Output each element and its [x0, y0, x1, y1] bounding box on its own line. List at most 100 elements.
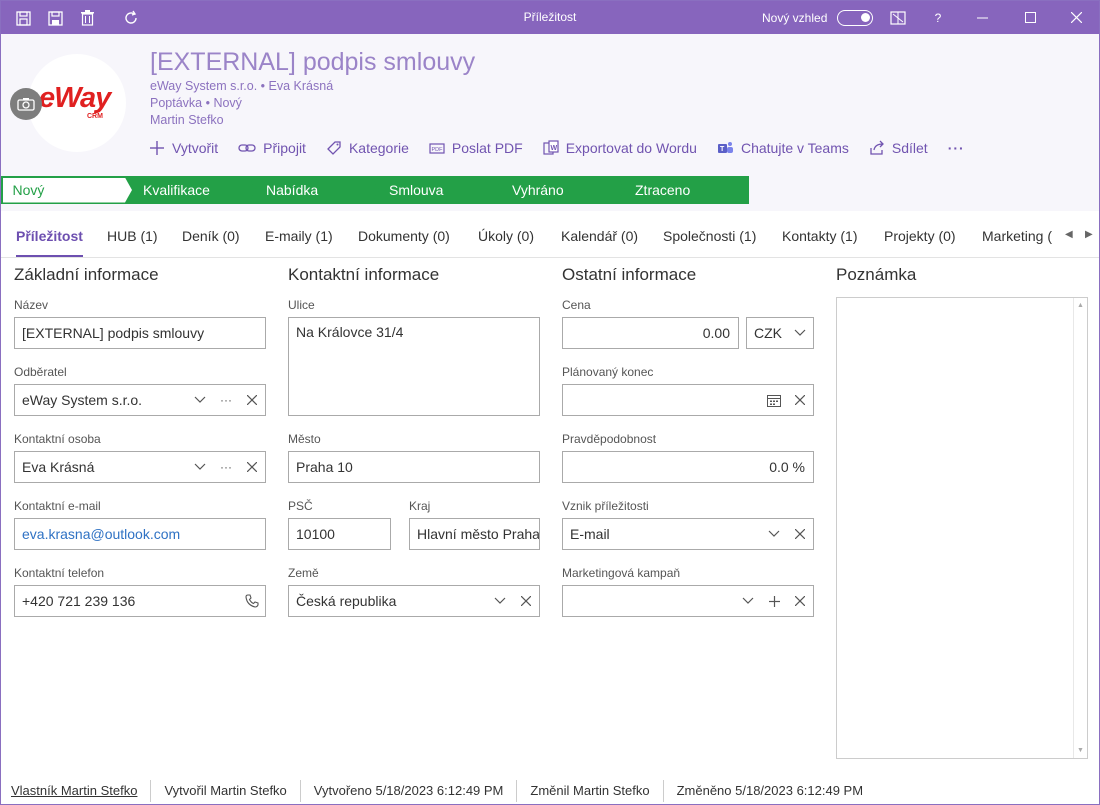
tab-journal[interactable]: Deník (0)	[182, 228, 240, 244]
category-button[interactable]: Kategorie	[326, 140, 409, 156]
svg-text:W: W	[550, 145, 557, 152]
new-look-toggle[interactable]	[837, 9, 874, 26]
more-icon[interactable]: ···	[213, 385, 239, 415]
planned-end-field[interactable]	[562, 384, 814, 416]
share-button[interactable]: Sdílet	[869, 140, 928, 156]
chevron-down-icon[interactable]	[487, 597, 513, 605]
tab-tasks[interactable]: Úkoly (0)	[478, 228, 534, 244]
customer-label: Odběratel	[14, 365, 67, 379]
minimize-button[interactable]	[959, 1, 1005, 34]
street-label: Ulice	[288, 298, 315, 312]
maximize-button[interactable]	[1007, 1, 1053, 34]
clear-icon[interactable]	[787, 395, 813, 405]
footer-created-by: Vytvořil Martin Stefko	[150, 780, 299, 802]
title-bar: Příležitost Nový vzhled ?	[1, 1, 1099, 34]
city-field[interactable]: Praha 10	[288, 451, 540, 483]
email-link[interactable]: eva.krasna@outlook.com	[22, 526, 180, 542]
svg-text:PDF: PDF	[431, 147, 443, 153]
contact-email-field[interactable]: eva.krasna@outlook.com	[14, 518, 266, 550]
stage-contract[interactable]: Smlouva	[371, 176, 503, 204]
contact-person-label: Kontaktní osoba	[14, 432, 101, 446]
attach-button[interactable]: Připojit	[238, 140, 306, 156]
footer-created-at: Vytvořeno 5/18/2023 6:12:49 PM	[299, 780, 517, 802]
tab-scroll-right-icon[interactable]: ▶	[1085, 229, 1093, 240]
contact-email-label: Kontaktní e-mail	[14, 499, 101, 513]
note-scrollbar[interactable]: ▲ ▼	[1073, 298, 1087, 758]
tab-scroll-left-icon[interactable]: ◀	[1065, 229, 1073, 240]
chevron-down-icon[interactable]	[187, 463, 213, 471]
region-field[interactable]: Hlavní město Praha	[409, 518, 540, 550]
chevron-down-icon[interactable]	[187, 396, 213, 404]
zip-label: PSČ	[288, 499, 313, 513]
header-company-contact[interactable]: eWay System s.r.o. • Eva Krásná	[150, 79, 333, 93]
stage-lost[interactable]: Ztraceno	[617, 176, 749, 204]
teams-chat-button[interactable]: T Chatujte v Teams	[717, 140, 849, 156]
send-pdf-button[interactable]: PDF Poslat PDF	[429, 140, 523, 156]
create-button[interactable]: Vytvořit	[149, 140, 218, 156]
probability-field[interactable]: 0.0 %	[562, 451, 814, 483]
logo-sub: CRM	[87, 113, 103, 120]
city-label: Město	[288, 432, 321, 446]
clear-icon[interactable]	[513, 596, 539, 606]
export-word-button[interactable]: W Exportovat do Wordu	[543, 140, 697, 156]
chevron-down-icon[interactable]	[761, 530, 787, 538]
header-owner[interactable]: Martin Stefko	[150, 113, 224, 127]
stage-won[interactable]: Vyhráno	[494, 176, 626, 204]
section-basic-info: Základní informace	[14, 265, 159, 284]
name-field[interactable]: [EXTERNAL] podpis smlouvy	[14, 317, 266, 349]
tab-documents[interactable]: Dokumenty (0)	[358, 228, 450, 244]
more-icon[interactable]: ···	[213, 452, 239, 482]
currency-select[interactable]: CZK	[746, 317, 814, 349]
scroll-down-icon[interactable]: ▼	[1077, 747, 1084, 754]
stage-offer[interactable]: Nabídka	[248, 176, 380, 204]
contact-phone-field[interactable]: +420 721 239 136	[14, 585, 266, 617]
clear-icon[interactable]	[239, 395, 265, 405]
clear-icon[interactable]	[239, 462, 265, 472]
origin-field[interactable]: E-mail	[562, 518, 814, 550]
tab-opportunity[interactable]: Příležitost	[16, 228, 83, 257]
chevron-down-icon[interactable]	[787, 329, 813, 337]
campaign-label: Marketingová kampaň	[562, 566, 681, 580]
save-icon[interactable]	[45, 8, 65, 28]
word-icon: W	[543, 140, 559, 155]
tab-marketing[interactable]: Marketing (	[982, 228, 1054, 244]
calendar-icon[interactable]	[761, 394, 787, 407]
plus-icon	[150, 141, 164, 155]
layout-icon[interactable]	[888, 8, 908, 28]
tab-calendar[interactable]: Kalendář (0)	[561, 228, 638, 244]
scroll-up-icon[interactable]: ▲	[1077, 302, 1084, 309]
zip-field[interactable]: 10100	[288, 518, 391, 550]
tab-emails[interactable]: E-maily (1)	[265, 228, 333, 244]
campaign-field[interactable]	[562, 585, 814, 617]
contact-person-field[interactable]: Eva Krásná ···	[14, 451, 266, 483]
svg-text:T: T	[720, 146, 725, 153]
save-close-icon[interactable]	[13, 8, 33, 28]
country-label: Země	[288, 566, 319, 580]
tab-hub[interactable]: HUB (1)	[107, 228, 158, 244]
tab-companies[interactable]: Společnosti (1)	[663, 228, 756, 244]
stage-qualification[interactable]: Kvalifikace	[125, 176, 257, 204]
chevron-down-icon[interactable]	[735, 597, 761, 605]
clear-icon[interactable]	[787, 529, 813, 539]
help-icon[interactable]: ?	[928, 8, 948, 28]
country-field[interactable]: Česká republika	[288, 585, 540, 617]
add-icon[interactable]	[761, 595, 787, 607]
clear-icon[interactable]	[787, 596, 813, 606]
note-textarea[interactable]: ▲ ▼	[836, 297, 1088, 759]
tab-contacts[interactable]: Kontakty (1)	[782, 228, 857, 244]
more-icon[interactable]: ···	[948, 140, 965, 156]
footer-owner[interactable]: Vlastník Martin Stefko	[1, 780, 150, 802]
camera-icon[interactable]	[10, 88, 42, 120]
stage-new[interactable]: Nový	[1, 176, 135, 204]
contact-phone-label: Kontaktní telefon	[14, 566, 105, 580]
delete-icon[interactable]	[77, 8, 97, 28]
price-field[interactable]: 0.00	[562, 317, 739, 349]
street-field[interactable]: Na Královce 31/4	[288, 317, 540, 416]
tab-projects[interactable]: Projekty (0)	[884, 228, 956, 244]
tab-bar: Příležitost HUB (1) Deník (0) E-maily (1…	[1, 211, 1099, 258]
logo-text: eWay	[39, 82, 111, 114]
phone-icon[interactable]	[239, 594, 265, 608]
close-button[interactable]	[1053, 1, 1099, 34]
refresh-icon[interactable]	[121, 8, 141, 28]
customer-field[interactable]: eWay System s.r.o. ···	[14, 384, 266, 416]
